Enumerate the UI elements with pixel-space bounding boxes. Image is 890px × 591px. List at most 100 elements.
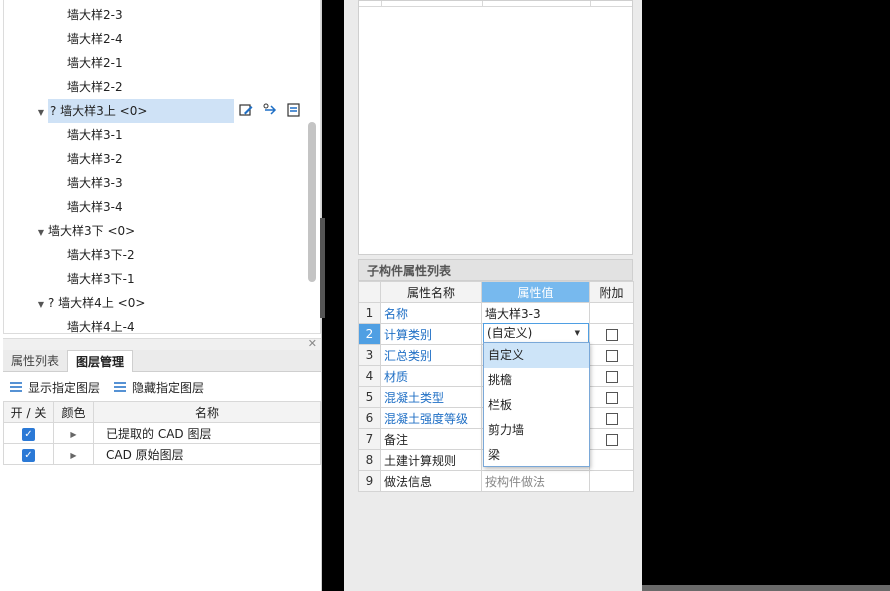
tree-item[interactable]: 墙大样3下-2 [67,243,135,267]
extra-checkbox[interactable] [605,412,618,425]
prop-name: 做法信息 [380,470,482,492]
tree-item[interactable]: 墙大样3-4 [67,195,123,219]
tree-item[interactable]: ▼? 墙大样3上 <0> [36,99,234,123]
expand-arrow-icon[interactable]: ▶ [70,430,76,439]
row-index: 6 [358,407,381,429]
tree-item[interactable]: 墙大样3-2 [67,147,123,171]
property-table-top [358,0,633,255]
prop-name: 计算类别 [380,323,482,345]
extra-checkbox[interactable] [605,349,618,362]
tree-item[interactable]: ▼ 墙大样3下 <0> [36,219,135,243]
chevron-down-icon: ▼ [574,329,580,337]
list-icon[interactable] [285,101,303,119]
layer-toolbar: 显示指定图层 隐藏指定图层 [8,377,204,397]
row-index: 5 [358,386,381,408]
layer-table: 开 / 关 颜色 名称 ✓ ▶ 已提取的 CAD 图层 ✓ ▶ CAD 原始图层 [3,401,321,465]
tree-item-label: 墙大样4上-4 [67,320,135,334]
right-panel: 子构件属性列表 属性名称 属性值 附加 1 名称 墙大样3-3 2 计算类别 3 汇总类别 4… [344,0,642,591]
table-row: ✓ ▶ 已提取的 CAD 图层 [3,422,321,444]
extra-checkbox[interactable] [605,328,618,341]
tree-item-label: 墙大样3下-1 [67,272,135,286]
prop-name: 备注 [380,428,482,450]
dropdown-option[interactable]: 挑檐 [484,368,589,393]
tree-item-label: 墙大样2-4 [67,32,123,46]
prop-extra [589,428,634,450]
prop-name: 混凝土强度等级 [380,407,482,429]
extra-checkbox[interactable] [605,370,618,383]
tree-item-label: 墙大样2-3 [67,8,123,22]
sub-props-title: 子构件属性列表 [358,259,633,281]
dropdown-option[interactable]: 梁 [484,443,589,468]
expand-caret-icon[interactable]: ▼ [36,221,46,245]
tree-item[interactable]: ▼? 墙大样4上 <0> [36,291,145,315]
col-color: 颜色 [53,401,94,423]
expand-caret-icon[interactable]: ▼ [36,101,46,125]
extra-checkbox[interactable] [605,391,618,404]
link-icon[interactable] [261,101,279,119]
tree-row-tools [237,101,303,121]
expand-caret-icon[interactable]: ▼ [36,293,46,317]
close-icon[interactable]: ✕ [308,337,317,350]
expand-arrow-icon[interactable]: ▶ [70,451,76,460]
table-row[interactable]: 1 名称 墙大样3-3 [358,302,634,324]
prop-value[interactable]: 按构件做法 [481,470,590,492]
prop-name: 土建计算规则 [380,449,482,471]
layer-name: CAD 原始图层 [93,443,321,465]
calc-category-dropdown: 自定义 挑檐 栏板 剪力墙梁 [483,342,590,467]
prop-extra [589,323,634,345]
tree-item[interactable]: 墙大样3-1 [67,123,123,147]
tree-item-label: 墙大样3-4 [67,200,123,214]
prop-name: 混凝土类型 [380,386,482,408]
tree-item[interactable]: 墙大样2-2 [67,75,123,99]
hide-layers-button[interactable]: 隐藏指定图层 [112,379,204,396]
tree-item-label: ? 墙大样4上 <0> [48,296,146,310]
panel-splitter[interactable]: ✕ [3,337,321,350]
tree-item[interactable]: 墙大样2-3 [67,3,123,27]
tab-properties[interactable]: 属性列表 [3,350,67,372]
tree-scrollbar[interactable] [308,122,316,282]
prop-name: 材质 [380,365,482,387]
table-row: ✓ ▶ CAD 原始图层 [3,443,321,465]
dropdown-option[interactable]: 剪力墙 [484,418,589,443]
tree-item-label: 墙大样3下-2 [67,248,135,262]
show-layers-button[interactable]: 显示指定图层 [8,379,100,396]
layer-checkbox[interactable]: ✓ [22,448,35,462]
splitter-handle[interactable] [320,218,325,318]
col-on-off: 开 / 关 [3,401,54,423]
tree-item-label: 墙大样3-2 [67,152,123,166]
prop-name: 汇总类别 [380,344,482,366]
row-index: 2 [358,323,381,345]
tree-item[interactable]: 墙大样2-1 [67,51,123,75]
extra-checkbox[interactable] [605,433,618,446]
tree-item[interactable]: 墙大样3下-1 [67,267,135,291]
edit-icon[interactable] [237,101,255,119]
tree-item[interactable]: 墙大样2-4 [67,27,123,51]
prop-name: 名称 [380,302,482,324]
calc-category-combo[interactable]: (自定义) ▼ [483,323,589,343]
dropdown-option[interactable]: 自定义 [484,343,589,368]
bottom-tabs: 属性列表 图层管理 [3,350,321,372]
row-index: 1 [358,302,381,324]
component-tree: 墙大样2-3 墙大样2-4 墙大样2-1 墙大样2-2 ▼? 墙大样3上 <0> 墙大样3… [3,0,321,334]
canvas-area [642,0,890,585]
tree-item[interactable]: 墙大样4上-4 [67,315,135,334]
row-index: 4 [358,365,381,387]
left-panel: 墙大样2-3 墙大样2-4 墙大样2-1 墙大样2-2 ▼? 墙大样3上 <0> 墙大样3… [0,0,322,591]
row-index: 8 [358,449,381,471]
status-strip [642,585,890,591]
tree-item-label: 墙大样3下 <0> [48,224,136,238]
tree-item-label: 墙大样2-1 [67,56,123,70]
table-row[interactable]: 9 做法信息 按构件做法 [358,470,634,492]
dropdown-option[interactable]: 栏板 [484,393,589,418]
col-prop-name: 属性名称 [380,281,482,303]
row-index: 9 [358,470,381,492]
tab-layer-management[interactable]: 图层管理 [67,350,134,372]
tree-item[interactable]: 墙大样3-3 [67,171,123,195]
prop-value[interactable]: 墙大样3-3 [481,302,590,324]
layer-checkbox[interactable]: ✓ [22,427,35,441]
layer-name: 已提取的 CAD 图层 [93,422,321,444]
prop-extra [589,302,634,324]
tree-item-label: 墙大样3-1 [67,128,123,142]
col-prop-value: 属性值 [481,281,590,303]
col-index [358,281,381,303]
